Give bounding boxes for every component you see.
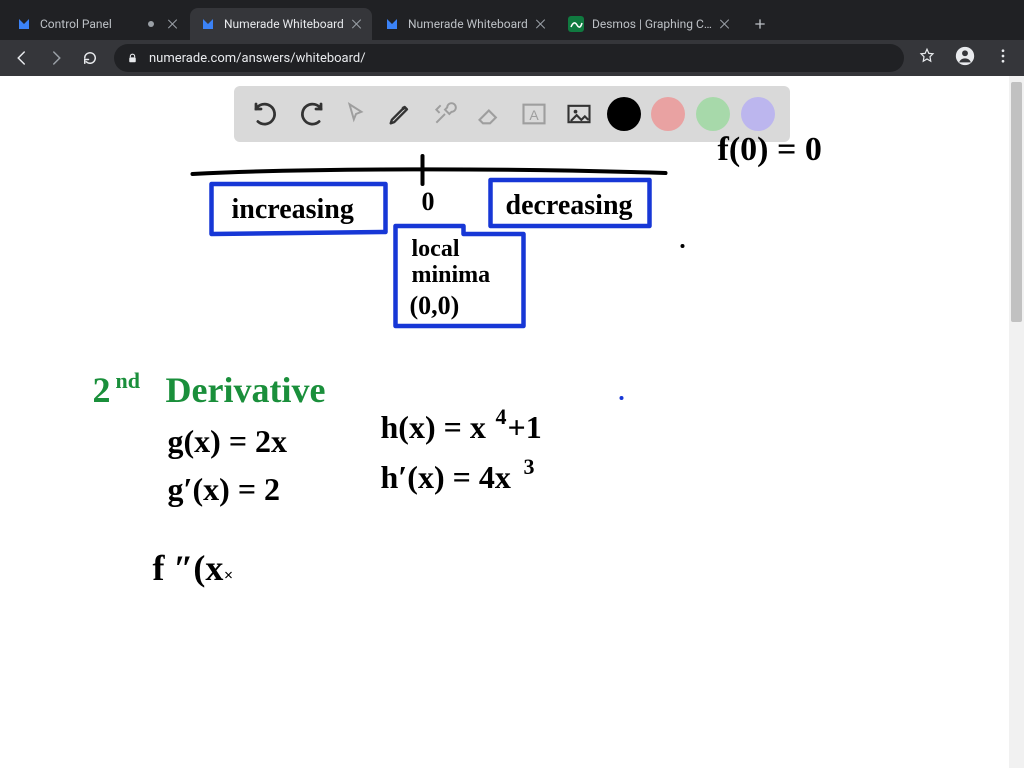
numberline-zero: 0 [422,187,435,216]
bookmark-star-icon[interactable] [918,47,936,69]
box-decreasing: decreasing [506,190,633,221]
numerade-favicon [384,16,400,32]
box-increasing: increasing [232,194,354,225]
tab-title: Desmos | Graphing Calculator [592,17,712,31]
tab-control-panel[interactable]: Control Panel [6,8,188,40]
eq-h: h(x) = x [381,409,486,445]
box-point: (0,0) [410,291,460,320]
modified-dot-icon [148,21,154,27]
image-tool[interactable] [562,97,596,131]
heading-2: 2 [93,370,111,410]
eq-gp: g′(x) = 2 [168,471,281,507]
numerade-favicon [16,16,32,32]
desmos-favicon [568,16,584,32]
whiteboard-canvas[interactable]: 0 f(0) = 0 increasing decreasing local m… [0,76,1024,768]
color-swatch-green[interactable] [696,97,730,131]
box-local: local [412,236,460,262]
lock-icon [126,52,139,65]
close-icon[interactable] [168,19,178,29]
tab-desmos[interactable]: Desmos | Graphing Calculator [558,8,740,40]
close-icon[interactable] [536,19,546,29]
kebab-menu-icon[interactable] [994,47,1012,69]
eq-fpp: f ″(x [153,548,224,588]
pencil-tool[interactable] [383,97,417,131]
whiteboard-toolbar: A [234,86,790,142]
new-tab-button[interactable] [746,10,774,38]
tab-numerade-whiteboard-active[interactable]: Numerade Whiteboard [190,8,372,40]
text-tool[interactable]: A [517,97,551,131]
page-content: A 0 f(0) = 0 increasing decreasing local… [0,76,1024,768]
eq-h-sup: 4 [496,404,507,429]
browser-tab-strip: Control Panel Numerade Whiteboard Numera… [0,0,1024,40]
vertical-scrollbar[interactable] [1009,76,1024,768]
eq-hp: h′(x) = 4x [381,459,511,495]
account-icon[interactable] [954,45,976,71]
undo-button[interactable] [249,97,283,131]
box-minima: minima [412,262,491,288]
forward-button[interactable] [46,48,66,68]
tab-numerade-whiteboard-2[interactable]: Numerade Whiteboard [374,8,556,40]
color-swatch-black[interactable] [607,97,641,131]
tab-title: Numerade Whiteboard [408,17,528,31]
eq-hp-sup: 3 [524,454,535,479]
eraser-tool[interactable] [473,97,507,131]
tab-title: Control Panel [40,17,142,31]
tab-title: Numerade Whiteboard [224,17,344,31]
back-button[interactable] [12,48,32,68]
heading-nd: nd [116,368,140,393]
eq-h-rest: +1 [508,409,542,445]
browser-address-bar: numerade.com/answers/whiteboard/ [0,40,1024,76]
close-icon[interactable] [352,19,362,29]
omnibox-url: numerade.com/answers/whiteboard/ [149,51,366,66]
scrollbar-thumb[interactable] [1011,82,1022,322]
pointer-tool[interactable] [339,97,373,131]
color-swatch-red[interactable] [651,97,685,131]
eq-g: g(x) = 2x [168,423,288,459]
svg-text:A: A [530,107,540,123]
omnibox[interactable]: numerade.com/answers/whiteboard/ [114,44,904,72]
tools-button[interactable] [428,97,462,131]
color-swatch-purple[interactable] [741,97,775,131]
close-icon[interactable] [720,19,730,29]
redo-button[interactable] [294,97,328,131]
reload-button[interactable] [80,48,100,68]
numerade-favicon [200,16,216,32]
heading-derivative: Derivative [166,370,326,410]
